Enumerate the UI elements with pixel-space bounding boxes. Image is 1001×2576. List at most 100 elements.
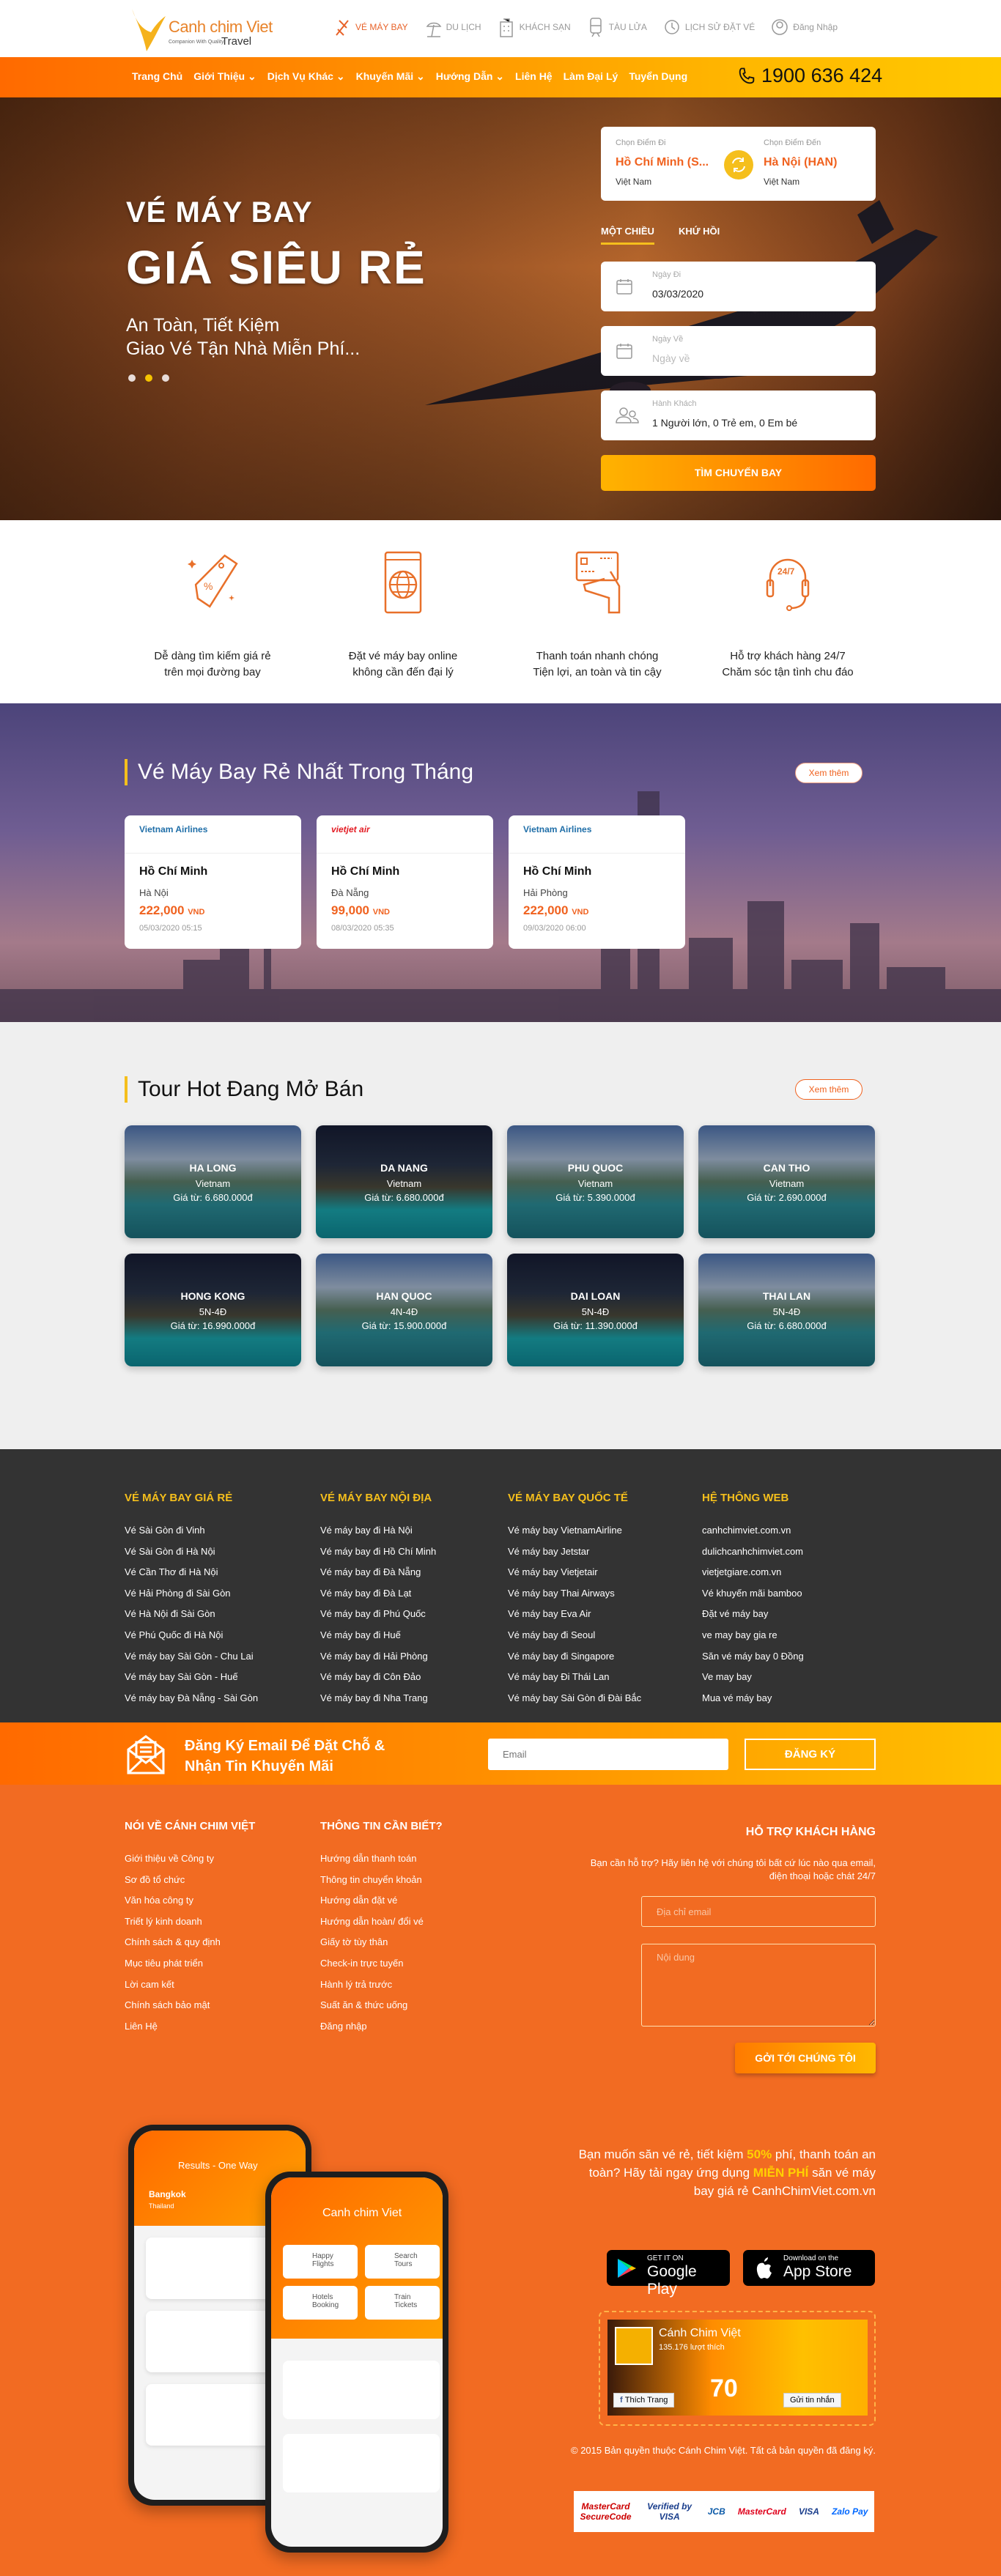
topnav-beach-umbrella[interactable]: DU LỊCH: [424, 16, 481, 38]
topnav-hotel[interactable]: KHÁCH SẠN: [498, 16, 571, 38]
nav-item[interactable]: Dịch Vụ Khác ⌄: [267, 70, 345, 83]
footer-link[interactable]: Triết lý kinh doanh: [125, 1911, 255, 1933]
footer-link[interactable]: Giới thiệu về Công ty: [125, 1848, 255, 1870]
footer-link[interactable]: Hành lý trả trước: [320, 1974, 443, 1996]
footer-link[interactable]: Vé máy bay đi Hải Phòng: [320, 1646, 436, 1668]
footer-link[interactable]: Vé máy bay VietnamAirline: [508, 1520, 641, 1541]
flight-deal-card[interactable]: vietjet air Hồ Chí Minh Đà Nẵng 99,000 VND 0…: [317, 815, 493, 949]
google-play-button[interactable]: GET IT ON Google Play: [607, 2250, 730, 2298]
footer-link[interactable]: Văn hóa công ty: [125, 1890, 255, 1911]
flight-deal-card[interactable]: Vietnam Airlines Hồ Chí Minh Hải Phòng 222,…: [509, 815, 685, 949]
hotline[interactable]: 1900 636 424: [736, 64, 882, 87]
topnav-plane[interactable]: VÉ MÁY BAY: [333, 16, 408, 38]
nav-item[interactable]: Giới Thiệu ⌄: [193, 70, 256, 83]
footer-link[interactable]: Vé máy bay đi Huế: [320, 1625, 436, 1646]
topnav-history[interactable]: LỊCH SỬ ĐẶT VÉ: [663, 16, 755, 38]
footer-link[interactable]: canhchimviet.com.vn: [702, 1520, 804, 1541]
footer-link[interactable]: vietjetgiare.com.vn: [702, 1562, 804, 1583]
footer-link[interactable]: Vé máy bay đi Hà Nội: [320, 1520, 436, 1541]
footer-link[interactable]: Vé Sài Gòn đi Vinh: [125, 1520, 258, 1541]
footer-link[interactable]: Chính sách & quy định: [125, 1932, 255, 1953]
footer-link[interactable]: Vé máy bay Đà Nẵng - Sài Gòn: [125, 1688, 258, 1709]
footer-link[interactable]: Thông tin chuyển khoản: [320, 1870, 443, 1891]
footer-link[interactable]: Mua vé máy bay: [702, 1688, 804, 1709]
footer-link[interactable]: Vé máy bay đi Côn Đảo: [320, 1667, 436, 1688]
footer-link[interactable]: Vé Hải Phòng đi Sài Gòn: [125, 1583, 258, 1605]
footer-link[interactable]: Vé máy bay Sài Gòn - Huế: [125, 1667, 258, 1688]
footer-link[interactable]: Vé khuyến mãi bamboo: [702, 1583, 804, 1605]
footer-link[interactable]: Vé máy bay Sài Gòn - Chu Lai: [125, 1646, 258, 1668]
slide-dot[interactable]: [128, 374, 136, 382]
footer-link[interactable]: Vé Phú Quốc đi Hà Nội: [125, 1625, 258, 1646]
passengers-field[interactable]: Hành Khách 1 Người lớn, 0 Trẻ em, 0 Em b…: [601, 391, 876, 440]
footer-link[interactable]: Vé máy bay đi Hồ Chí Minh: [320, 1541, 436, 1563]
footer-link[interactable]: Hướng dẫn hoàn/ đổi vé: [320, 1911, 443, 1933]
support-message-textarea[interactable]: [641, 1944, 876, 2027]
tour-card[interactable]: THAI LAN 5N-4Đ Giá từ: 6.680.000đ: [698, 1254, 875, 1366]
like-page-button[interactable]: f Thích Trang: [613, 2393, 675, 2407]
footer-link[interactable]: Hướng dẫn đặt vé: [320, 1890, 443, 1911]
tour-card[interactable]: CAN THO Vietnam Giá từ: 2.690.000đ: [698, 1125, 875, 1238]
footer-link[interactable]: Vé máy bay đi Đà Nẵng: [320, 1562, 436, 1583]
slide-dot-active[interactable]: [145, 374, 152, 382]
footer-link[interactable]: Vé máy bay Jetstar: [508, 1541, 641, 1563]
tour-card[interactable]: DA NANG Vietnam Giá từ: 6.680.000đ: [316, 1125, 492, 1238]
tab-one-way[interactable]: MỘT CHIỀU: [601, 226, 654, 245]
app-store-button[interactable]: Download on the App Store: [743, 2250, 875, 2286]
footer-link[interactable]: Vé máy bay đi Seoul: [508, 1625, 641, 1646]
footer-link[interactable]: Vé máy bay Thai Airways: [508, 1583, 641, 1605]
footer-link[interactable]: Suất ăn & thức uống: [320, 1995, 443, 2016]
footer-link[interactable]: Đặt vé máy bay: [702, 1604, 804, 1625]
footer-link[interactable]: Ve may bay: [702, 1667, 804, 1688]
footer-link[interactable]: Vé Cần Thơ đi Hà Nội: [125, 1562, 258, 1583]
send-message-button[interactable]: Gửi tin nhắn: [783, 2393, 841, 2407]
footer-link[interactable]: Lời cam kết: [125, 1974, 255, 1996]
nav-item[interactable]: Làm Đại Lý: [564, 70, 618, 83]
nav-item[interactable]: Liên Hệ: [515, 70, 553, 83]
support-email-input[interactable]: [641, 1896, 876, 1927]
footer-link[interactable]: Vé Sài Gòn đi Hà Nội: [125, 1541, 258, 1563]
footer-link[interactable]: Vé máy bay Vietjetair: [508, 1562, 641, 1583]
footer-link[interactable]: Vé máy bay đi Singapore: [508, 1646, 641, 1668]
topnav-user[interactable]: Đăng Nhập: [771, 16, 838, 38]
footer-link[interactable]: Liên Hệ: [125, 2016, 255, 2038]
footer-link[interactable]: Vé máy bay Eva Air: [508, 1604, 641, 1625]
footer-link[interactable]: ve may bay gia re: [702, 1625, 804, 1646]
footer-link[interactable]: Vé Hà Nội đi Sài Gòn: [125, 1604, 258, 1625]
tour-card[interactable]: HAN QUOC 4N-4Đ Giá từ: 15.900.000đ: [316, 1254, 492, 1366]
depart-date-field[interactable]: Ngày Đi 03/03/2020: [601, 262, 876, 311]
tour-card[interactable]: HONG KONG 5N-4Đ Giá từ: 16.990.000đ: [125, 1254, 301, 1366]
subscribe-button[interactable]: ĐĂNG KÝ: [745, 1739, 876, 1770]
search-flights-button[interactable]: TÌM CHUYẾN BAY: [601, 455, 876, 491]
newsletter-email-input[interactable]: [488, 1739, 728, 1770]
footer-link[interactable]: Hướng dẫn thanh toán: [320, 1848, 443, 1870]
send-support-button[interactable]: GỞI TỚI CHÚNG TÔI: [735, 2043, 876, 2073]
tour-card[interactable]: PHU QUOC Vietnam Giá từ: 5.390.000đ: [507, 1125, 684, 1238]
tour-card[interactable]: DAI LOAN 5N-4Đ Giá từ: 11.390.000đ: [507, 1254, 684, 1366]
footer-link[interactable]: Vé máy bay đi Nha Trang: [320, 1688, 436, 1709]
footer-link[interactable]: Vé máy bay đi Đà Lạt: [320, 1583, 436, 1605]
footer-link[interactable]: dulichcanhchimviet.com: [702, 1541, 804, 1563]
footer-link[interactable]: Sơ đồ tổ chức: [125, 1870, 255, 1891]
footer-link[interactable]: Vé máy bay Đi Thái Lan: [508, 1667, 641, 1688]
footer-link[interactable]: Đăng nhập: [320, 2016, 443, 2038]
nav-item[interactable]: Tuyển Dụng: [629, 70, 687, 83]
slide-dot[interactable]: [162, 374, 169, 382]
nav-item[interactable]: Trang Chủ: [132, 70, 182, 83]
return-date-field[interactable]: Ngày Về Ngày về: [601, 326, 876, 376]
tour-card[interactable]: HA LONG Vietnam Giá từ: 6.680.000đ: [125, 1125, 301, 1238]
swap-route-button[interactable]: [724, 150, 753, 179]
view-more-button[interactable]: Xem thêm: [795, 763, 863, 783]
footer-link[interactable]: Săn vé máy bay 0 Đồng: [702, 1646, 804, 1668]
footer-link[interactable]: Giấy tờ tùy thân: [320, 1932, 443, 1953]
nav-item[interactable]: Hướng Dẫn ⌄: [436, 70, 504, 83]
footer-link[interactable]: Chính sách bảo mật: [125, 1995, 255, 2016]
footer-link[interactable]: Check-in trực tuyến: [320, 1953, 443, 1974]
topnav-train[interactable]: TÀU LỬA: [587, 16, 647, 38]
flight-deal-card[interactable]: Vietnam Airlines Hồ Chí Minh Hà Nội 222,000…: [125, 815, 301, 949]
tab-round-trip[interactable]: KHỨ HỒI: [679, 226, 720, 245]
footer-link[interactable]: Vé máy bay đi Phú Quốc: [320, 1604, 436, 1625]
footer-link[interactable]: Vé máy bay Sài Gòn đi Đài Bắc: [508, 1688, 641, 1709]
nav-item[interactable]: Khuyến Mãi ⌄: [356, 70, 425, 83]
view-more-button[interactable]: Xem thêm: [795, 1079, 863, 1100]
